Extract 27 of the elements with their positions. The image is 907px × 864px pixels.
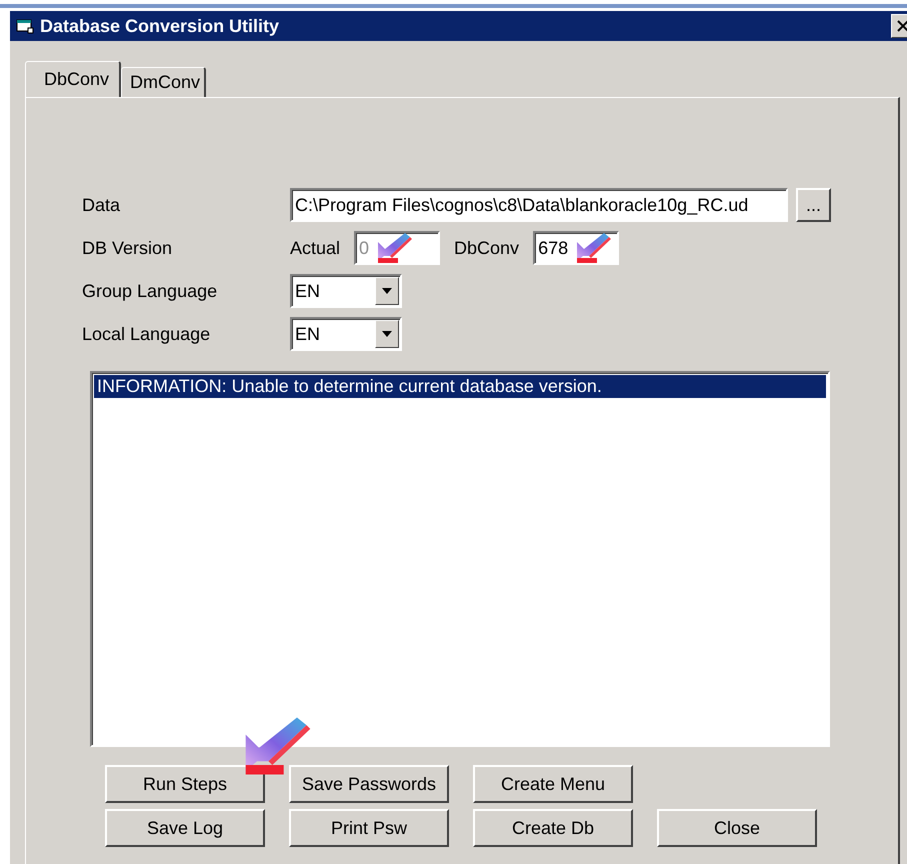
log-entry[interactable]: INFORMATION: Unable to determine current database version.: [94, 375, 826, 398]
tab[interactable]: DbConv: [25, 61, 122, 97]
action-button[interactable]: Print Psw: [289, 809, 449, 847]
action-button[interactable]: Create Menu: [473, 765, 633, 803]
field-label: Group Language: [82, 280, 218, 302]
tab[interactable]: DmConv: [121, 67, 206, 97]
action-button[interactable]: Close: [657, 809, 817, 847]
dbconv-version-field[interactable]: 678: [533, 231, 620, 265]
action-button[interactable]: Run Steps: [105, 765, 265, 803]
app-icon: [16, 18, 34, 34]
close-icon: [897, 20, 907, 32]
field-label: Actual: [290, 238, 340, 258]
data-path-field[interactable]: C:\Program Files\cognos\c8\Data\blankoracle10g_RC.ud: [290, 188, 788, 222]
field-label: Data: [82, 194, 122, 216]
caret-icon: [382, 331, 392, 337]
field-label: Local Language: [82, 324, 212, 344]
browse-button[interactable]: ...: [796, 188, 832, 222]
log-list[interactable]: INFORMATION: Unable to determine current database version.: [90, 371, 830, 747]
action-button[interactable]: Create Db: [473, 809, 633, 847]
action-button[interactable]: Save Passwords: [289, 765, 449, 803]
caret-icon: [382, 288, 392, 294]
language-dropdown[interactable]: EN: [290, 274, 402, 308]
window-title: Database Conversion Utility: [40, 16, 280, 36]
language-dropdown[interactable]: EN: [290, 317, 402, 351]
field-label: DB Version: [82, 238, 174, 258]
field-label: DbConv: [454, 238, 520, 258]
action-button[interactable]: Save Log: [105, 809, 265, 847]
